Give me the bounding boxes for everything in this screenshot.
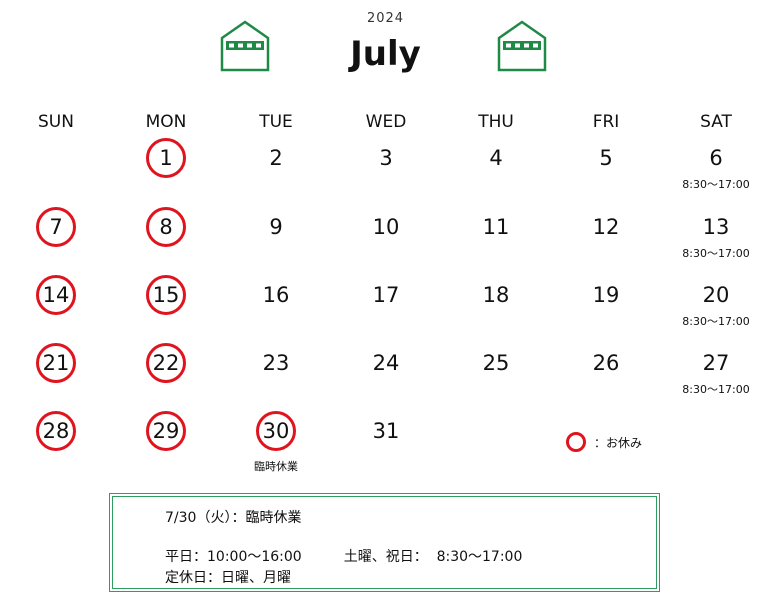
day-cell-2: 2 (269, 146, 283, 170)
legend: ：お休み (566, 432, 642, 452)
weekday-wed: WED (365, 112, 407, 132)
house-icon (220, 20, 270, 72)
day-cell-13: 13 (702, 215, 730, 239)
weekday-tue: TUE (259, 112, 293, 132)
day-cell-4: 4 (489, 146, 503, 170)
business-hours: 平日：10:00～16:00 土曜、祝日： 8:30～17:00 (165, 549, 523, 565)
day-cell-8: 8 (146, 207, 186, 247)
year-label: 2024 (366, 11, 405, 26)
day-cell-17: 17 (372, 283, 400, 307)
day-cell-22: 22 (146, 343, 186, 383)
day-cell-5: 5 (599, 146, 613, 170)
day-cell-3: 3 (379, 146, 393, 170)
day-cell-31: 31 (372, 419, 400, 443)
day-cell-30: 30 (256, 411, 296, 451)
weekday-fri: FRI (592, 112, 620, 132)
day-cell-6: 6 (709, 146, 723, 170)
day-cell-27: 27 (702, 351, 730, 375)
day-cell-24: 24 (372, 351, 400, 375)
info-box: 7/30（火）：臨時休業 平日：10:00～16:00 土曜、祝日： 8:30～… (109, 493, 660, 592)
day-cell-19: 19 (592, 283, 620, 307)
hours-note: 8:30～17:00 (682, 178, 750, 191)
closure-note: 臨時休業 (254, 460, 298, 473)
month-title: July (350, 34, 421, 74)
day-cell-20: 20 (702, 283, 730, 307)
hours-note: 8:30～17:00 (682, 383, 750, 396)
day-cell-21: 21 (36, 343, 76, 383)
day-cell-29: 29 (146, 411, 186, 451)
day-cell-7: 7 (36, 207, 76, 247)
day-cell-9: 9 (269, 215, 283, 239)
weekday-sat: SAT (700, 112, 732, 132)
weekday-thu: THU (478, 112, 514, 132)
special-closure-note: 7/30（火）：臨時休業 (165, 510, 302, 526)
legend-label: ：お休み (594, 435, 643, 450)
day-cell-25: 25 (482, 351, 510, 375)
day-cell-28: 28 (36, 411, 76, 451)
weekday-mon: MON (145, 112, 187, 132)
hours-note: 8:30～17:00 (682, 247, 750, 260)
day-cell-16: 16 (262, 283, 290, 307)
day-cell-18: 18 (482, 283, 510, 307)
regular-holidays: 定休日：日曜、月曜 (165, 570, 291, 586)
day-cell-26: 26 (592, 351, 620, 375)
day-cell-1: 1 (146, 138, 186, 178)
weekday-sun: SUN (38, 112, 74, 132)
day-cell-23: 23 (262, 351, 290, 375)
day-cell-11: 11 (482, 215, 510, 239)
house-icon (497, 20, 547, 72)
holiday-circle-icon (566, 432, 586, 452)
day-cell-12: 12 (592, 215, 620, 239)
day-cell-15: 15 (146, 275, 186, 315)
day-cell-14: 14 (36, 275, 76, 315)
hours-note: 8:30～17:00 (682, 315, 750, 328)
day-cell-10: 10 (372, 215, 400, 239)
